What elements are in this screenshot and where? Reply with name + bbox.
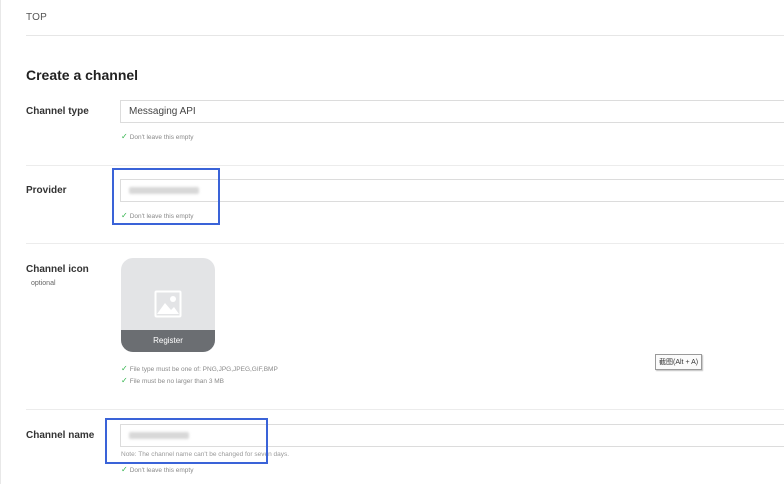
channel-type-hint: ✓ Don't leave this empty xyxy=(121,132,194,141)
channel-type-label: Channel type xyxy=(26,106,89,117)
channel-type-select[interactable]: Messaging API xyxy=(120,100,784,123)
divider xyxy=(26,165,784,166)
screenshot-tooltip: 截图(Alt + A) xyxy=(655,354,703,370)
channel-name-hint: ✓ Don't leave this empty xyxy=(121,465,194,474)
frame-left-border xyxy=(0,0,1,484)
highlight-box-channel-name xyxy=(105,418,268,464)
channel-name-label: Channel name xyxy=(26,430,95,441)
image-placeholder-icon xyxy=(154,290,182,318)
file-size-hint: ✓ File must be no larger than 3 MB xyxy=(121,376,224,385)
optional-label: optional xyxy=(31,280,56,287)
register-button[interactable]: Register xyxy=(121,330,215,352)
channel-icon-label: Channel icon xyxy=(26,264,89,275)
highlight-box-provider xyxy=(112,168,220,225)
breadcrumb[interactable]: TOP xyxy=(26,12,47,23)
provider-label: Provider xyxy=(26,185,67,196)
divider xyxy=(26,409,784,410)
page-title: Create a channel xyxy=(26,67,139,83)
file-type-hint: ✓ File type must be one of: PNG,JPG,JPEG,… xyxy=(121,364,278,373)
divider xyxy=(26,243,784,244)
check-icon: ✓ xyxy=(121,364,128,373)
channel-icon-upload[interactable]: Register xyxy=(121,258,215,352)
check-icon: ✓ xyxy=(121,132,128,141)
channel-type-value: Messaging API xyxy=(129,106,196,117)
check-icon: ✓ xyxy=(121,376,128,385)
breadcrumb-bar: TOP xyxy=(26,0,784,36)
check-icon: ✓ xyxy=(121,465,128,474)
